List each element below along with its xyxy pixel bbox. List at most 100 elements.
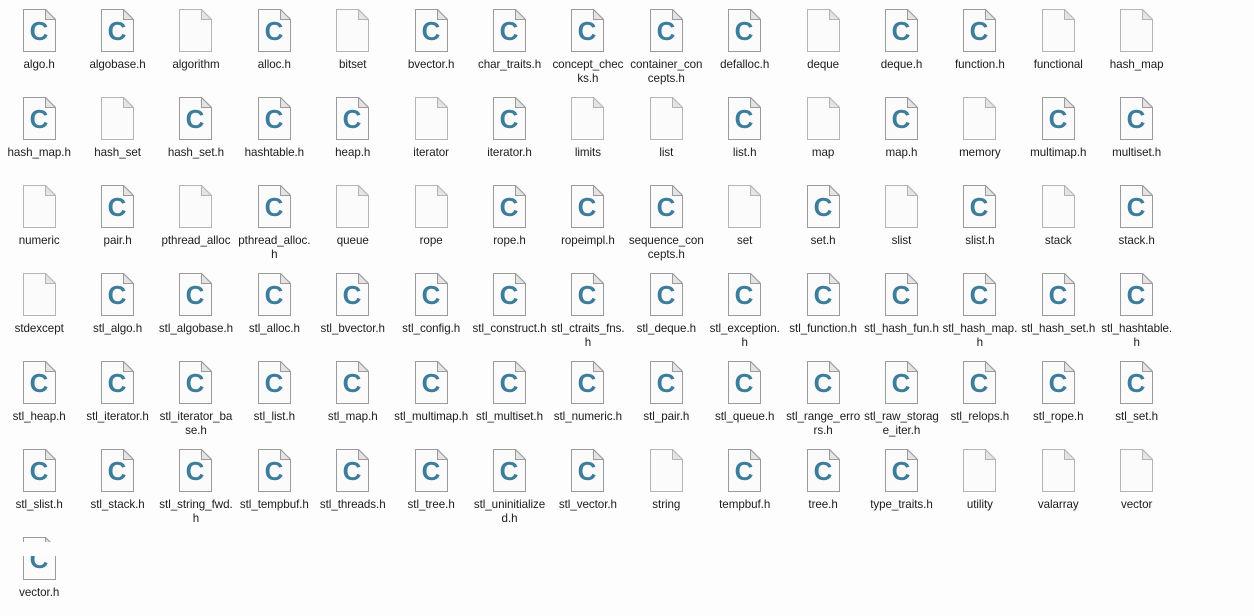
c-source-file-icon[interactable]: C: [963, 361, 997, 404]
c-source-file-icon[interactable]: C: [493, 97, 527, 140]
file-item[interactable]: Cstl_multimap.h: [392, 352, 470, 440]
file-item[interactable]: Cstl_vector.h: [549, 440, 627, 528]
c-source-file-icon[interactable]: C: [257, 361, 291, 404]
blank-file-icon[interactable]: [1041, 9, 1075, 52]
file-item[interactable]: Cset.h: [784, 176, 862, 264]
c-source-file-icon[interactable]: C: [884, 361, 918, 404]
file-item[interactable]: Chashtable.h: [235, 88, 313, 176]
c-source-file-icon[interactable]: C: [571, 185, 605, 228]
file-item[interactable]: Cstl_iterator.h: [78, 352, 156, 440]
c-source-file-icon[interactable]: C: [179, 449, 213, 492]
file-item[interactable]: Cdeque.h: [862, 0, 940, 88]
file-item[interactable]: Cstl_exception.h: [706, 264, 784, 352]
file-item[interactable]: Cstl_raw_storage_iter.h: [862, 352, 940, 440]
blank-file-icon[interactable]: [101, 97, 135, 140]
file-item[interactable]: Cpair.h: [78, 176, 156, 264]
file-item[interactable]: Cslist.h: [941, 176, 1019, 264]
file-item[interactable]: rope: [392, 176, 470, 264]
blank-file-icon[interactable]: [884, 185, 918, 228]
file-item[interactable]: memory: [941, 88, 1019, 176]
c-source-file-icon[interactable]: C: [257, 9, 291, 52]
blank-file-icon[interactable]: [179, 185, 213, 228]
file-item[interactable]: Cstl_set.h: [1097, 352, 1175, 440]
file-item[interactable]: iterator: [392, 88, 470, 176]
file-item[interactable]: Cdefalloc.h: [706, 0, 784, 88]
blank-file-icon[interactable]: [649, 449, 683, 492]
file-item[interactable]: Cstl_string_fwd.h: [157, 440, 235, 528]
c-source-file-icon[interactable]: C: [728, 97, 762, 140]
file-item[interactable]: Calloc.h: [235, 0, 313, 88]
file-item[interactable]: deque: [784, 0, 862, 88]
c-source-file-icon[interactable]: C: [963, 185, 997, 228]
file-item[interactable]: Cstl_iterator_base.h: [157, 352, 235, 440]
file-item[interactable]: string: [627, 440, 705, 528]
file-item[interactable]: Chash_set.h: [157, 88, 235, 176]
c-source-file-icon[interactable]: C: [179, 361, 213, 404]
file-item[interactable]: Cstl_numeric.h: [549, 352, 627, 440]
file-item[interactable]: Cpthread_alloc.h: [235, 176, 313, 264]
file-item[interactable]: Calgo.h: [0, 0, 78, 88]
file-item[interactable]: Citerator.h: [470, 88, 548, 176]
c-source-file-icon[interactable]: C: [493, 9, 527, 52]
c-source-file-icon[interactable]: C: [728, 9, 762, 52]
c-source-file-icon[interactable]: C: [101, 185, 135, 228]
c-source-file-icon[interactable]: C: [806, 361, 840, 404]
blank-file-icon[interactable]: [1041, 185, 1075, 228]
file-item[interactable]: bitset: [314, 0, 392, 88]
blank-file-icon[interactable]: [336, 185, 370, 228]
c-source-file-icon[interactable]: C: [414, 361, 448, 404]
file-item[interactable]: stack: [1019, 176, 1097, 264]
blank-file-icon[interactable]: [963, 449, 997, 492]
c-source-file-icon[interactable]: C: [963, 273, 997, 316]
c-source-file-icon[interactable]: C: [336, 449, 370, 492]
file-item[interactable]: hash_set: [78, 88, 156, 176]
file-item[interactable]: Ctempbuf.h: [706, 440, 784, 528]
blank-file-icon[interactable]: [22, 273, 56, 316]
file-item[interactable]: vector: [1097, 440, 1175, 528]
blank-file-icon[interactable]: [414, 185, 448, 228]
c-source-file-icon[interactable]: C: [571, 449, 605, 492]
c-source-file-icon[interactable]: C: [257, 273, 291, 316]
file-item[interactable]: queue: [314, 176, 392, 264]
blank-file-icon[interactable]: [336, 9, 370, 52]
file-item[interactable]: list: [627, 88, 705, 176]
file-item[interactable]: Cconcept_checks.h: [549, 0, 627, 88]
c-source-file-icon[interactable]: C: [1041, 361, 1075, 404]
file-item[interactable]: Cstl_construct.h: [470, 264, 548, 352]
file-item[interactable]: Cfunction.h: [941, 0, 1019, 88]
file-item[interactable]: Cstl_algobase.h: [157, 264, 235, 352]
c-source-file-icon[interactable]: C: [884, 273, 918, 316]
c-source-file-icon[interactable]: C: [493, 361, 527, 404]
blank-file-icon[interactable]: [179, 9, 213, 52]
file-item[interactable]: Cbvector.h: [392, 0, 470, 88]
c-source-file-icon[interactable]: C: [649, 185, 683, 228]
c-source-file-icon[interactable]: C: [22, 449, 56, 492]
file-item[interactable]: Ctree.h: [784, 440, 862, 528]
c-source-file-icon[interactable]: C: [728, 361, 762, 404]
c-source-file-icon[interactable]: C: [728, 449, 762, 492]
c-source-file-icon[interactable]: C: [649, 361, 683, 404]
file-item[interactable]: Cstl_rope.h: [1019, 352, 1097, 440]
c-source-file-icon[interactable]: C: [257, 185, 291, 228]
file-item[interactable]: Cstl_tree.h: [392, 440, 470, 528]
file-item[interactable]: algorithm: [157, 0, 235, 88]
file-item[interactable]: stdexcept: [0, 264, 78, 352]
file-item[interactable]: numeric: [0, 176, 78, 264]
file-item[interactable]: Cstl_stack.h: [78, 440, 156, 528]
c-source-file-icon[interactable]: C: [571, 9, 605, 52]
file-item[interactable]: Cstl_algo.h: [78, 264, 156, 352]
c-source-file-icon[interactable]: C: [336, 97, 370, 140]
file-item[interactable]: Chash_map.h: [0, 88, 78, 176]
blank-file-icon[interactable]: [963, 97, 997, 140]
c-source-file-icon[interactable]: C: [257, 449, 291, 492]
c-source-file-icon[interactable]: C: [1120, 361, 1154, 404]
file-item[interactable]: Cstl_bvector.h: [314, 264, 392, 352]
file-item[interactable]: Cstl_hash_map.h: [941, 264, 1019, 352]
file-item[interactable]: Cstl_config.h: [392, 264, 470, 352]
file-item[interactable]: Cmultiset.h: [1097, 88, 1175, 176]
c-source-file-icon[interactable]: C: [1041, 97, 1075, 140]
file-item[interactable]: Cmap.h: [862, 88, 940, 176]
c-source-file-icon[interactable]: C: [963, 9, 997, 52]
blank-file-icon[interactable]: [1120, 449, 1154, 492]
c-source-file-icon[interactable]: C: [571, 273, 605, 316]
